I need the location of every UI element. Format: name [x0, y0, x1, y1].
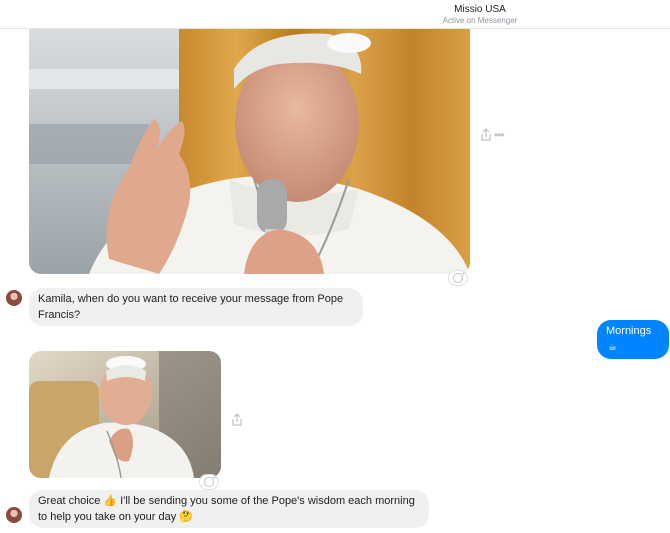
share-icon[interactable] — [231, 413, 243, 427]
conversation-title[interactable]: Missio USA — [0, 4, 670, 15]
outgoing-message: Mornings☕ — [597, 320, 669, 359]
thinking-emoji-icon: 🤔 — [179, 511, 193, 523]
coffee-emoji-icon: ☕ — [608, 342, 617, 353]
thumbs-up-emoji-icon: 👍 — [103, 495, 118, 507]
chat-header: Missio USA Active on Messenger — [0, 0, 670, 29]
reaction-icon[interactable] — [199, 473, 219, 490]
pope-photo-speaking[interactable] — [29, 29, 470, 274]
avatar — [6, 290, 22, 306]
avatar — [6, 507, 22, 523]
reaction-icon[interactable] — [448, 269, 468, 286]
share-icon[interactable] — [480, 128, 492, 142]
incoming-message: Kamila, when do you want to receive your… — [29, 288, 363, 326]
active-status: Active on Messenger — [442, 16, 518, 25]
more-options-icon[interactable]: ••• — [494, 128, 505, 142]
pope-photo-thinking[interactable] — [29, 351, 221, 478]
incoming-message: Great choice 👍 I'll be sending you some … — [29, 490, 429, 528]
